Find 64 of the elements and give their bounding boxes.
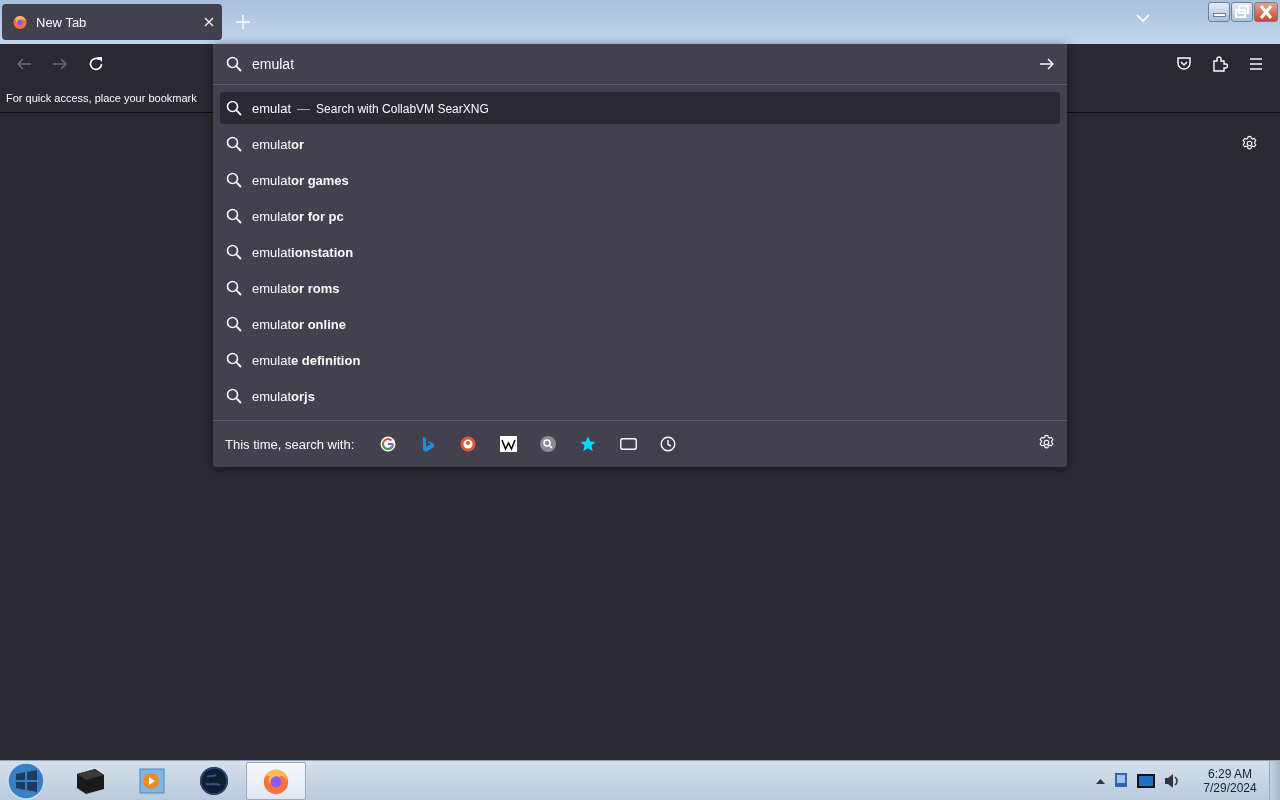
suggestion-text: emulate definition <box>252 352 361 368</box>
start-button[interactable] <box>6 761 46 800</box>
arrow-icon[interactable] <box>1039 57 1055 71</box>
globe-icon[interactable] <box>199 765 229 796</box>
search-suggestion[interactable]: emulator for pc <box>220 200 1060 232</box>
search-suggestion[interactable]: emulatorjs <box>220 380 1060 412</box>
search-icon <box>226 100 242 116</box>
close-button[interactable] <box>1254 2 1278 22</box>
address-field[interactable]: emulat <box>252 56 1029 72</box>
suggestion-text: emulator online <box>252 316 346 332</box>
bookmarks-message: For quick access, place your bookmark <box>6 92 197 104</box>
search-icon <box>226 208 242 224</box>
menu-icon[interactable] <box>1248 57 1264 71</box>
search-suggestion[interactable]: emulator roms <box>220 272 1060 304</box>
search-icon <box>226 280 242 296</box>
pocket-icon[interactable] <box>1176 56 1192 72</box>
search-icon <box>226 172 242 188</box>
tab-icon[interactable] <box>619 437 637 451</box>
search-icon <box>226 352 242 368</box>
suggestion-text: emulator <box>252 136 305 152</box>
settings-icon[interactable] <box>1038 433 1055 451</box>
suggestion-text: emulator for pc <box>252 208 344 224</box>
restore-button[interactable] <box>1231 2 1253 22</box>
search-suggestion[interactable]: emulator online <box>220 308 1060 340</box>
search-suggestion[interactable]: emulator <box>220 128 1060 160</box>
search-icon <box>226 244 242 260</box>
suggestion-text: emulator games <box>252 172 349 188</box>
minimize-button[interactable] <box>1208 2 1230 22</box>
monitor-icon[interactable] <box>1137 773 1155 788</box>
close-icon[interactable] <box>204 17 214 27</box>
minimize-icon <box>1212 13 1226 17</box>
suggestion-text: emulator roms <box>252 280 340 296</box>
reload-icon[interactable] <box>88 56 104 72</box>
bing-icon[interactable] <box>421 436 436 452</box>
search-icon <box>226 56 242 72</box>
clock-date: 7/29/2024 <box>1203 780 1257 795</box>
settings-icon[interactable] <box>1241 135 1258 152</box>
magnifier-icon[interactable] <box>540 436 557 452</box>
wikipedia-icon[interactable] <box>499 436 517 452</box>
suggestion-text: emulat — Search with CollabVM SearXNG <box>252 100 489 116</box>
google-icon[interactable] <box>380 436 397 452</box>
search-icon <box>226 388 242 404</box>
search-icon <box>226 316 242 332</box>
browser-tab[interactable]: New Tab <box>2 4 222 40</box>
search-icon <box>226 136 242 152</box>
search-with-label: This time, search with: <box>225 436 355 452</box>
media-player-icon[interactable] <box>139 767 165 794</box>
clock-icon[interactable] <box>660 436 677 452</box>
search-suggestion[interactable]: emulat — Search with CollabVM SearXNG <box>220 92 1060 124</box>
clock-time: 6:29 AM <box>1208 766 1252 781</box>
extensions-icon[interactable] <box>1212 56 1228 72</box>
search-suggestion[interactable]: emulator games <box>220 164 1060 196</box>
star-icon[interactable] <box>580 436 597 452</box>
speaker-icon[interactable] <box>1163 771 1179 790</box>
suggestion-text: emulatorjs <box>252 388 315 404</box>
search-suggestion[interactable]: emulate definition <box>220 344 1060 376</box>
firefox-icon <box>12 14 28 30</box>
tab-title: New Tab <box>36 14 88 30</box>
chevron-icon[interactable] <box>1096 777 1105 784</box>
restore-icon <box>1232 3 1252 21</box>
duck-icon[interactable] <box>460 436 477 452</box>
network-icon[interactable] <box>1113 771 1129 790</box>
suggestion-text: emulationstation <box>252 244 354 260</box>
search-suggestion[interactable]: emulationstation <box>220 236 1060 268</box>
